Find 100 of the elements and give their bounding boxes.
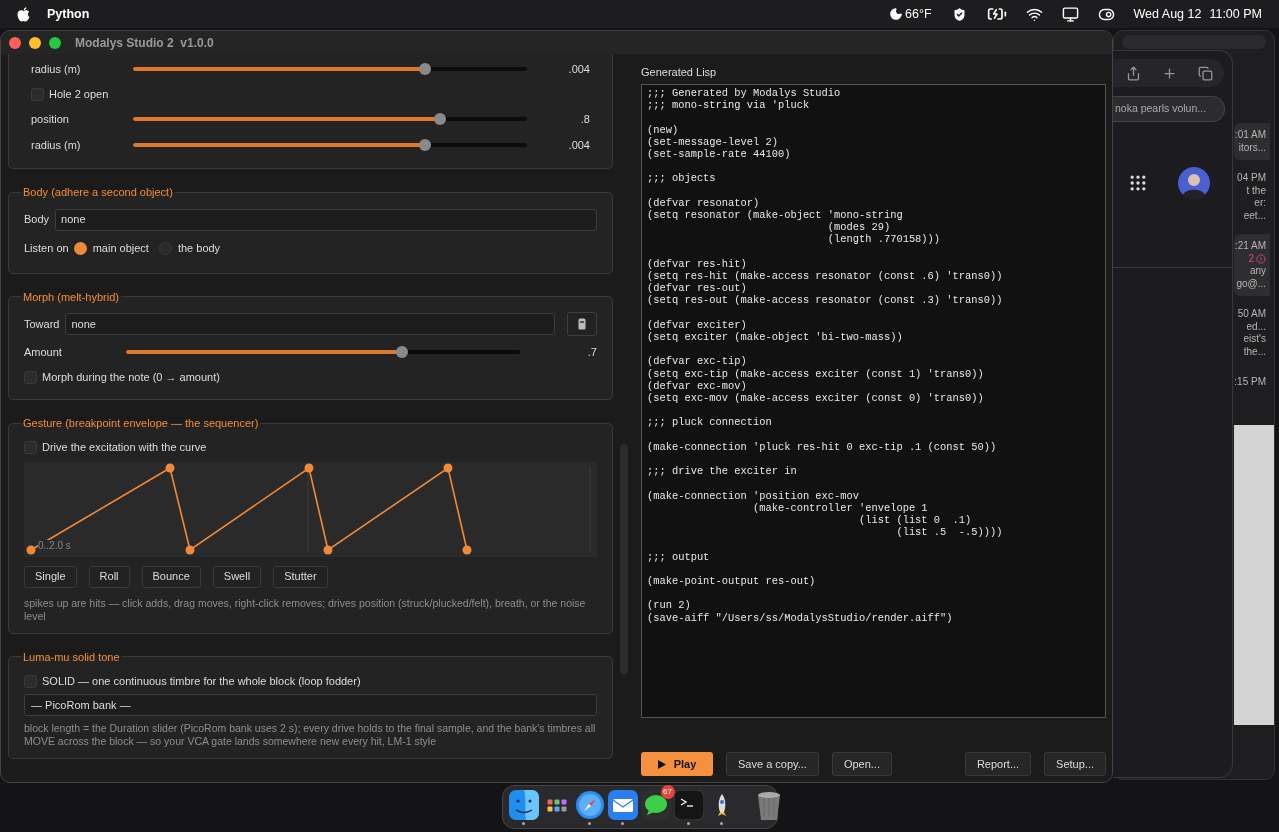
checkbox[interactable] (31, 87, 44, 101)
preview-text: eet... (1243, 209, 1266, 222)
checkbox[interactable] (24, 441, 37, 454)
checkbox[interactable] (24, 674, 37, 688)
toolbar-button[interactable]: Setup... (1044, 752, 1106, 776)
preview-text: eist's (1243, 333, 1266, 346)
slider[interactable] (133, 113, 527, 125)
radio-label: main object (92, 241, 149, 257)
zoom-button[interactable] (49, 36, 61, 49)
slider-value: .7 (587, 344, 597, 360)
preview-text: any (1249, 265, 1266, 278)
preset-button[interactable]: Bounce (141, 565, 201, 588)
time-range-label: 0..2.0 s (38, 539, 71, 551)
preview-text: :21 AM (1234, 240, 1266, 253)
section-title: Morph (melt-hybrid) (22, 289, 120, 305)
close-button[interactable] (9, 36, 21, 49)
minimize-button[interactable] (29, 36, 41, 49)
code-line: (list (list 0 .1) (858, 513, 972, 527)
code-line: (defvar res-out) (647, 282, 747, 295)
share-icon[interactable] (1125, 65, 1141, 81)
play-button[interactable]: Play (641, 752, 713, 776)
code-line: (new) (647, 123, 679, 136)
radio-group-label: Listen on (24, 241, 69, 257)
preset-button[interactable]: Swell (212, 565, 262, 588)
slider-value: .004 (568, 61, 590, 77)
code-line: (make-point-output res-out) (647, 574, 816, 588)
checkbox[interactable] (24, 370, 37, 384)
code-line: ;;; drive the exciter in (647, 465, 797, 478)
terminal-icon[interactable] (673, 789, 704, 821)
search-field[interactable]: noka pearls volun... (1113, 96, 1225, 122)
message-preview[interactable]: 04 PM t the er: eet... (1234, 166, 1270, 228)
message-preview[interactable]: 50 AM ed... eist's the... (1234, 302, 1270, 364)
slider-label: radius (m) (31, 137, 82, 153)
apple-icon[interactable] (17, 6, 30, 22)
code-line: (defvar res-hit) (647, 257, 747, 270)
preset-button[interactable]: Single (24, 565, 77, 588)
slider-thumb[interactable] (418, 139, 431, 151)
code-line: (modes 29) (826, 221, 891, 234)
preset-button[interactable]: Roll (88, 565, 130, 588)
code-line: (list .5 -.5)))) (895, 526, 1003, 539)
compass-icon[interactable] (574, 789, 605, 821)
finder-icon[interactable] (508, 789, 539, 821)
notification-badge: 67 (660, 785, 675, 799)
text-field[interactable]: none (55, 208, 597, 231)
menu-bar-date[interactable]: Wed Aug 12 (1133, 4, 1202, 24)
slider-thumb[interactable] (395, 346, 408, 358)
bank-dropdown[interactable]: — PicoRom bank — (24, 694, 597, 716)
preset-button[interactable]: Stutter (273, 565, 328, 588)
slider[interactable] (133, 139, 527, 151)
slider-value: .004 (568, 137, 590, 153)
code-line: (setq exc-tip (make-access exciter (const 1) 'trans0)) (647, 367, 984, 380)
message-preview[interactable]: :21 AM 2 any go@... (1234, 234, 1270, 296)
slider-thumb[interactable] (434, 113, 447, 125)
preview-text: go@... (1236, 277, 1266, 290)
slider-label: radius (m) (31, 61, 82, 77)
apps-grid-icon[interactable] (1128, 173, 1148, 193)
message-preview[interactable]: :01 AM itors... (1234, 123, 1270, 160)
code-line: ;;; Generated by Modalys Studio (647, 86, 841, 100)
toolbar-button[interactable]: Save a copy... (726, 752, 819, 776)
toolbar-button[interactable]: Open... (831, 752, 892, 776)
toolbar-button[interactable]: Report... (964, 752, 1032, 776)
preview-text: 50 AM (1237, 308, 1266, 321)
weather-reading: 66°F (905, 5, 932, 23)
code-line: (save-aiff "/Users/ss/ModalysStudio/render.aiff") (647, 611, 953, 624)
slider-label: Amount (24, 344, 63, 360)
code-line: (defvar resonator) (647, 196, 760, 209)
text-field[interactable]: none (65, 313, 555, 335)
code-line: (defvar exciter) (647, 318, 747, 331)
radio-button[interactable] (73, 242, 87, 255)
slider-thumb[interactable] (418, 63, 431, 75)
code-line: (setq res-out (make-access resonator (const .3) 'trans0)) (647, 294, 1003, 307)
tabs-icon[interactable] (1198, 65, 1214, 81)
code-line: (setq exc-mov (make-access exciter (const 0) 'trans0)) (647, 391, 984, 405)
code-line: ;;; output (647, 550, 710, 563)
display-icon[interactable] (1061, 5, 1079, 23)
message-preview[interactable]: :15 PM (1234, 370, 1270, 395)
avatar[interactable] (1178, 167, 1210, 199)
slider[interactable] (133, 63, 527, 75)
section-title: Body (adhere a second object) (22, 185, 174, 200)
code-line: ;;; mono-string via 'pluck (647, 99, 810, 112)
preview-text: :15 PM (1234, 376, 1266, 389)
mail-icon[interactable] (607, 789, 638, 821)
radio-label: the body (177, 241, 221, 257)
help-text: spikes up are hits — click adds, drag moves, right-click removes; drives position (struck/plucked/felt), breath, or the noise level (24, 596, 587, 623)
menu-bar-clock[interactable]: 11:00 PM (1209, 4, 1262, 24)
code-line: (setq resonator (make-object 'mono-string (647, 208, 903, 222)
checkbox-label: SOLID — one continuous timbre for the whole block (loop fodder) (42, 673, 361, 689)
slider[interactable] (126, 346, 520, 358)
moon-icon[interactable] (889, 7, 903, 21)
picker-button[interactable] (567, 312, 597, 336)
app-menu[interactable]: Python (47, 4, 90, 24)
checkbox-label: Hole 2 open (49, 86, 109, 102)
new-tab-icon[interactable] (1162, 65, 1177, 81)
field-label: Body (24, 212, 50, 228)
envelope-editor[interactable]: 0..2.0 s (24, 461, 597, 557)
code-line: (make-connection 'pluck res-hit 0 exc-tip .1 (const 50)) (647, 440, 997, 453)
play-icon (657, 759, 666, 769)
preview-text: er: (1254, 197, 1266, 210)
field-label: Toward (24, 316, 60, 332)
checkbox-label: Drive the excitation with the curve (42, 440, 207, 456)
